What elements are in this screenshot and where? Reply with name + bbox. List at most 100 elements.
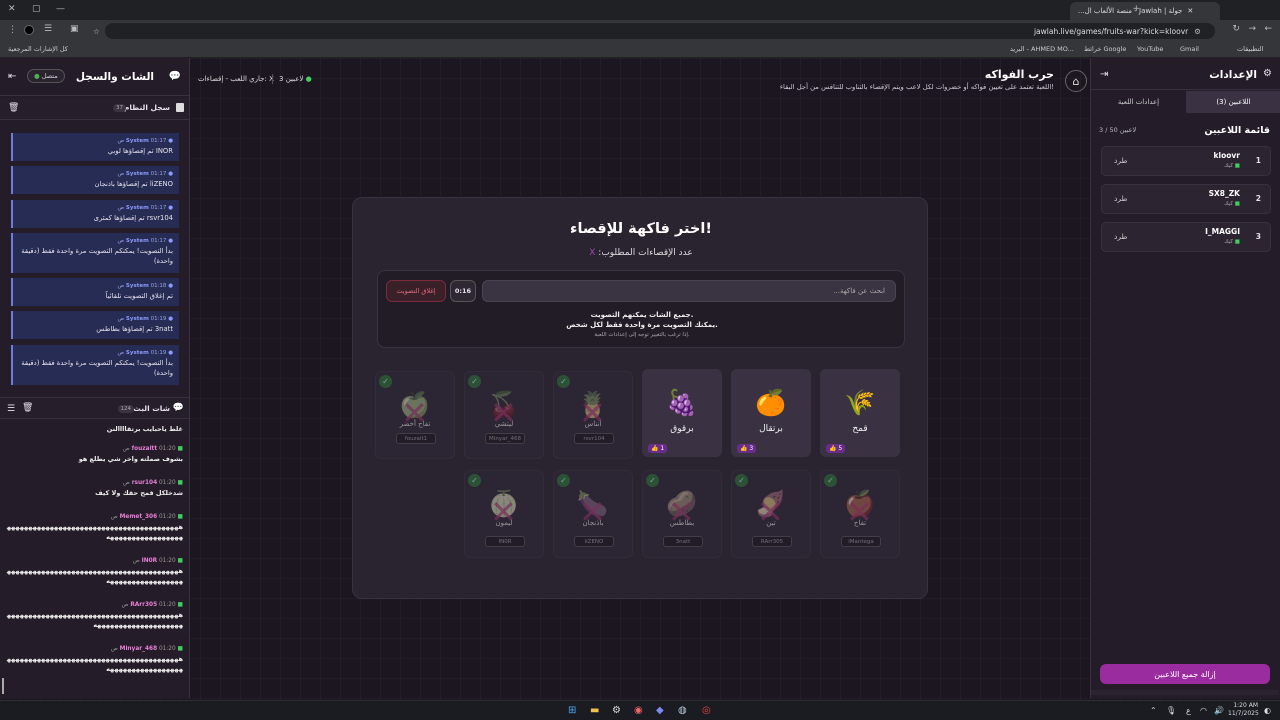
live-trash-icon[interactable]: 🗑: [22, 403, 33, 413]
new-tab-icon[interactable]: +: [1132, 4, 1140, 14]
fruit-icon: 🍇: [666, 388, 698, 417]
back-icon[interactable]: ←: [1264, 24, 1272, 34]
tab-players[interactable]: اللاعبين (3): [1186, 91, 1280, 113]
side-panel-icon[interactable]: ▣: [70, 24, 79, 34]
discord-icon[interactable]: ◆: [656, 704, 664, 718]
tab-title: جولة | Jawlah - منصة الألعاب ال...: [1078, 7, 1183, 15]
forward-icon[interactable]: →: [1248, 24, 1256, 34]
extensions-icon[interactable]: ☰: [44, 24, 52, 34]
window-minimize-icon[interactable]: —: [56, 4, 65, 14]
check-icon: ✓: [646, 474, 659, 487]
app-icon[interactable]: ◎: [702, 704, 711, 718]
taskbar: ⊞ ▬ ⚙ ◉ ◆ ◍ ◎ ⌃ 🎙 ع ◠ 🔊 1:20 AM 11/7/202…: [0, 700, 1280, 720]
collapse-panel-icon[interactable]: ⇤: [8, 71, 16, 82]
bookmark-mail[interactable]: البريد - AHMED MO...: [1010, 45, 1074, 53]
player-tag: iMantega: [841, 536, 881, 547]
clock-time: 1:20 AM: [1233, 702, 1258, 709]
vote-note-1: جميع الشات يمكنهم التصويت.: [590, 311, 694, 319]
chat-title: الشات والسجل: [75, 71, 154, 83]
player-tag: Minyar_468: [485, 433, 525, 444]
message-meta: ● System 01:18 ص: [117, 283, 174, 289]
reload-icon[interactable]: ↻: [1232, 24, 1240, 34]
tab-game-settings[interactable]: إعدادات اللعبة: [1091, 91, 1186, 113]
wifi-icon[interactable]: ◠: [1200, 704, 1207, 718]
start-icon[interactable]: ⊞: [568, 704, 576, 718]
filter-icon[interactable]: ☰: [7, 404, 15, 414]
system-message: ● System 01:17 ص INOR تم إقصاؤها لوبي: [11, 133, 179, 161]
chat-panel: ⇤ ● متصل الشات والسجل 💬 🗑 سجل النظام 37 …: [0, 58, 190, 698]
kick-button[interactable]: طرد: [1114, 156, 1127, 165]
tab-close-icon[interactable]: ✕: [1187, 7, 1193, 15]
eliminated-fruit-card: ✓ 🍒 ليتشي ✕ Minyar_468: [464, 371, 544, 459]
live-chat-icon: 💬: [172, 403, 184, 413]
trash-icon[interactable]: 🗑: [8, 103, 19, 113]
fruit-card[interactable]: 🌾 قمح 👍 5: [820, 369, 900, 457]
window-close-icon[interactable]: ✕: [8, 4, 16, 14]
home-icon: ⌂: [1072, 74, 1080, 88]
chrome-icon[interactable]: ◉: [634, 704, 643, 718]
fruit-search-input[interactable]: ابحث عن فاكهة...: [482, 280, 896, 302]
bookmark-maps[interactable]: خرائط Google: [1084, 45, 1126, 53]
collapse-settings-icon[interactable]: ⇥: [1100, 69, 1108, 80]
bookmark-apps[interactable]: التطبيقات: [1237, 45, 1263, 53]
bookmark-star-icon[interactable]: ☆: [93, 27, 100, 36]
eliminated-fruit-card: ✓ 🍏 تفاح أخضر ✕ fouzait1: [375, 371, 455, 459]
fruit-name: قمح: [852, 424, 868, 434]
fruit-card[interactable]: 🍊 برتقال 👍 3: [731, 369, 811, 457]
message-text: هههههههههههههههههههههههههههههههههههههههه…: [6, 523, 183, 541]
clock[interactable]: 1:20 AM 11/7/2025: [1228, 702, 1259, 718]
browser-tab[interactable]: ✕ جولة | Jawlah - منصة الألعاب ال...: [1070, 2, 1220, 20]
message-text: بدأ التصويت! يمكنكم التصويت مرة واحدة فق…: [21, 359, 173, 377]
menu-icon[interactable]: ⋮: [8, 25, 17, 35]
chat-message: غلط ياحبايب برتقاااالنن: [5, 424, 183, 434]
kick-button[interactable]: طرد: [1114, 194, 1127, 203]
system-log-title: سجل النظام: [123, 103, 170, 112]
eliminated-fruit-card: ✓ 🍎 تفاح ✕ iMantega: [820, 470, 900, 558]
url-field[interactable]: ☆ jawlah.live/games/fruits-war?kick=kloo…: [93, 23, 1215, 39]
notification-icon[interactable]: ◐: [1264, 704, 1271, 718]
language-indicator[interactable]: ع: [1186, 704, 1191, 718]
remove-all-players-button[interactable]: إزالة جميع اللاعبين: [1100, 664, 1270, 684]
message-meta: ● System 01:17 ص: [117, 238, 174, 244]
player-platform: ■ كيك: [1224, 201, 1240, 207]
message-meta: ● System 01:17 ص: [117, 171, 174, 177]
cross-icon: ✕: [490, 493, 517, 531]
window-maximize-icon[interactable]: ▢: [32, 4, 41, 14]
profile-avatar[interactable]: [24, 25, 34, 35]
volume-icon[interactable]: 🔊: [1214, 704, 1224, 718]
eliminated-fruit-card: ✓ 🥔 بطاطس ✕ 3natt: [642, 470, 722, 558]
eliminated-fruit-card: ✓ 🍈 ليمون ✕ IN0R: [464, 470, 544, 558]
fruit-name: برتقال: [759, 424, 783, 434]
message-text: غلط ياحبايب برتقاااالنن: [106, 425, 183, 433]
browser-tab-bar: ✕ جولة | Jawlah - منصة الألعاب ال... + ✕…: [0, 0, 1280, 20]
bookmark-gmail[interactable]: Gmail: [1180, 45, 1199, 53]
player-platform: ■ كيك: [1224, 163, 1240, 169]
vote-title: اختر فاكهة للإقصاء!: [570, 221, 712, 237]
vote-count-badge: 👍 1: [648, 444, 668, 453]
site-info-icon[interactable]: ⚙: [1194, 27, 1201, 36]
fruit-card[interactable]: 🍇 برقوق 👍 1: [642, 369, 722, 457]
close-vote-button[interactable]: إغلاق التصويت: [386, 280, 446, 302]
chat-scrollbar[interactable]: [2, 678, 4, 694]
chat-icon: 💬: [168, 71, 181, 82]
player-row: 3 I_MAGGI ■ كيك طرد: [1101, 222, 1271, 252]
mic-icon[interactable]: 🎙: [1166, 704, 1176, 718]
message-meta: ● System 01:17 ص: [117, 205, 174, 211]
kick-button[interactable]: طرد: [1114, 232, 1127, 241]
player-number: 3: [1255, 232, 1261, 241]
panel-scrollbar[interactable]: [1091, 690, 1279, 695]
player-row: 1 kloovr ■ كيك طرد: [1101, 146, 1271, 176]
vote-note-3: إذا ترغب بالتغيير توجه إلى إعدادات اللعب…: [594, 332, 690, 338]
app-area: ⇤ ● متصل الشات والسجل 💬 🗑 سجل النظام 37 …: [0, 58, 1280, 700]
message-text: تم إغلاق التصويت تلقائياً: [105, 292, 173, 300]
home-button[interactable]: ⌂: [1065, 70, 1087, 92]
settings-app-icon[interactable]: ⚙: [612, 704, 621, 718]
check-icon: ✓: [824, 474, 837, 487]
all-bookmarks[interactable]: كل الإشارات المرجعية: [8, 45, 68, 53]
bookmark-youtube[interactable]: YouTube: [1137, 45, 1163, 53]
explorer-icon[interactable]: ▬: [590, 704, 599, 718]
cross-icon: ✕: [668, 493, 695, 531]
eliminated-fruit-card: ✓ 🍠 تين ✕ RArr305: [731, 470, 811, 558]
steam-icon[interactable]: ◍: [678, 704, 687, 718]
tray-chevron-icon[interactable]: ⌃: [1150, 704, 1157, 718]
